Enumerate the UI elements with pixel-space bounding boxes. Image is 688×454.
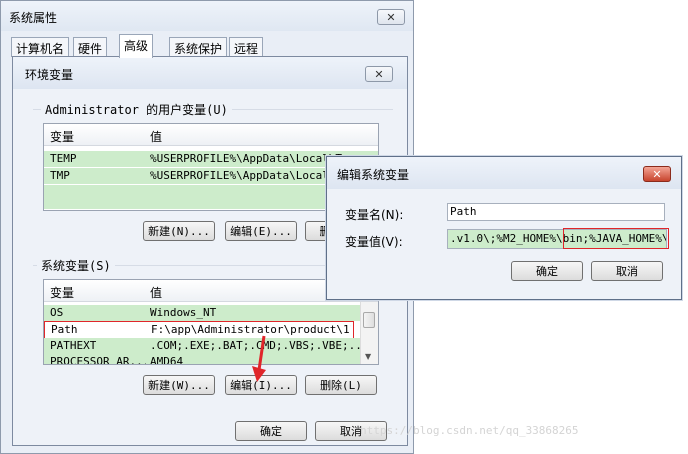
close-button[interactable]: ✕ <box>377 9 405 25</box>
system-new-button[interactable]: 新建(W)... <box>143 375 215 395</box>
variable-name: PROCESSOR_AR... <box>50 355 146 365</box>
user-edit-button[interactable]: 编辑(E)... <box>225 221 297 241</box>
tab-system-protection[interactable]: 系统保护 <box>169 37 228 57</box>
variable-value: AMD64 <box>150 355 184 365</box>
highlight-box <box>563 228 669 249</box>
tab-remote[interactable]: 远程 <box>229 37 264 57</box>
variable-name-field[interactable]: Path <box>447 203 665 221</box>
window-title: 系统属性 <box>9 11 58 25</box>
variable-name: OS <box>50 306 64 319</box>
watermark-text: https://blog.csdn.net/qq_33868265 <box>360 424 579 437</box>
vertical-scrollbar[interactable]: ▼ <box>360 302 378 364</box>
table-row-selected[interactable]: Path F:\app\Administrator\product\11... <box>44 321 354 339</box>
close-icon: ✕ <box>374 67 384 81</box>
variable-name: Path <box>51 323 78 336</box>
scroll-down-icon[interactable]: ▼ <box>365 352 371 361</box>
ok-button[interactable]: 确定 <box>235 421 307 441</box>
environment-variables-titlebar: 环境变量 ✕ <box>13 57 407 89</box>
variable-name-label: 变量名(N): <box>345 208 404 222</box>
system-variables-label: 系统变量(S) <box>37 257 115 274</box>
column-header-variable[interactable]: 变量 <box>50 128 74 145</box>
close-icon: ✕ <box>386 10 396 24</box>
ok-button[interactable]: 确定 <box>511 261 583 281</box>
variable-name: TEMP <box>50 152 77 165</box>
scrollbar-thumb[interactable] <box>363 312 375 328</box>
edit-system-variable-dialog: 编辑系统变量 ✕ 变量名(N): Path 变量值(V): .v1.0\;%M2… <box>326 156 682 300</box>
pointer-arrow-icon <box>252 335 266 382</box>
user-new-button[interactable]: 新建(N)... <box>143 221 215 241</box>
variable-name: TMP <box>50 169 70 182</box>
column-header-value[interactable]: 值 <box>150 284 162 301</box>
cancel-button[interactable]: 取消 <box>591 261 663 281</box>
tab-hardware[interactable]: 硬件 <box>73 37 108 57</box>
table-row[interactable]: PROCESSOR_AR... AMD64 <box>44 354 360 365</box>
close-button[interactable]: ✕ <box>365 66 393 82</box>
variable-value: Windows_NT <box>150 306 217 319</box>
system-properties-titlebar: 系统属性 ✕ <box>1 1 413 31</box>
column-header-value[interactable]: 值 <box>150 128 162 145</box>
close-icon: ✕ <box>652 167 662 181</box>
table-row[interactable]: PATHEXT .COM;.EXE;.BAT;.CMD;.VBS;.VBE;..… <box>44 338 360 354</box>
user-variables-label: Administrator 的用户变量(U) <box>41 101 232 118</box>
list-header: 变量 值 <box>44 124 378 146</box>
close-button[interactable]: ✕ <box>643 166 671 182</box>
system-delete-button[interactable]: 删除(L) <box>305 375 377 395</box>
table-row[interactable]: OS Windows_NT <box>44 305 360 321</box>
variable-name: PATHEXT <box>50 339 97 352</box>
dialog-title: 编辑系统变量 <box>337 168 410 182</box>
variable-value-label: 变量值(V): <box>345 235 403 249</box>
column-header-variable[interactable]: 变量 <box>50 284 74 301</box>
edit-variable-titlebar: 编辑系统变量 ✕ <box>327 157 681 189</box>
tab-computer-name[interactable]: 计算机名 <box>11 37 70 57</box>
dialog-title: 环境变量 <box>25 68 74 82</box>
tab-advanced[interactable]: 高级 <box>119 34 154 58</box>
